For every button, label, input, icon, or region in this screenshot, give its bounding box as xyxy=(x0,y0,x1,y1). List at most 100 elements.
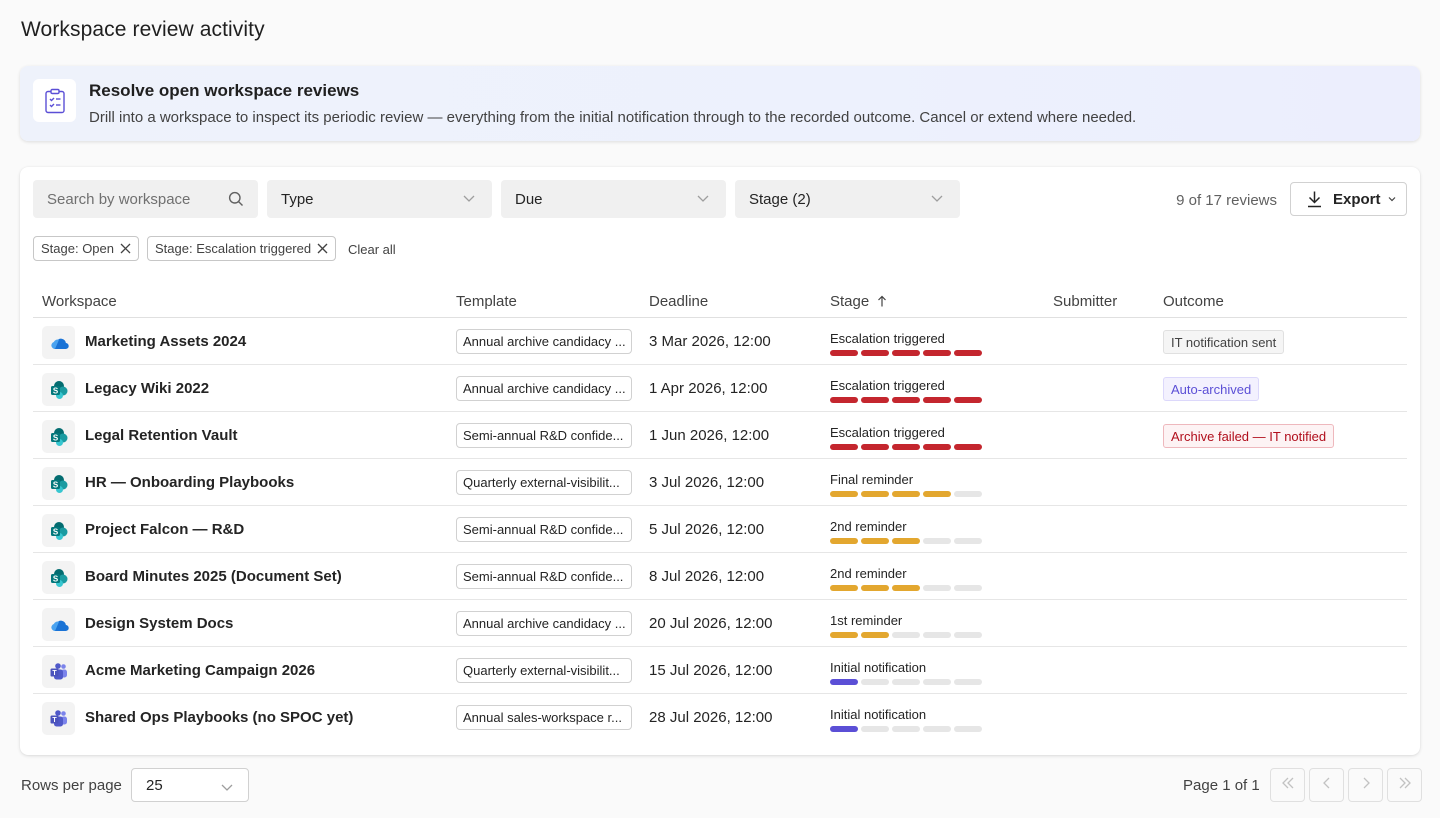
teams-icon: T xyxy=(42,702,75,735)
search-input[interactable]: Search by workspace xyxy=(33,180,258,218)
column-header-workspace[interactable]: Workspace xyxy=(42,293,117,310)
column-header-submitter[interactable]: Submitter xyxy=(1053,293,1117,310)
rows-per-page-value: 25 xyxy=(146,777,163,794)
workspace-name[interactable]: Acme Marketing Campaign 2026 xyxy=(85,662,315,679)
template-tag: Quarterly external-visibilit... xyxy=(456,658,632,683)
sharepoint-icon: S xyxy=(42,420,75,453)
template-tag: Semi-annual R&D confide... xyxy=(456,423,632,448)
column-header-deadline[interactable]: Deadline xyxy=(649,293,708,310)
stage-progress-segment xyxy=(923,726,951,732)
type-dropdown[interactable]: Type xyxy=(267,180,492,218)
deadline-value: 5 Jul 2026, 12:00 xyxy=(649,521,765,538)
chevron-down-icon xyxy=(930,191,944,209)
stage-progress-segment xyxy=(923,632,951,638)
chip-label: Stage: Open xyxy=(41,241,114,256)
outcome-badge: IT notification sent xyxy=(1163,330,1285,354)
outcome-badge: Archive failed — IT notified xyxy=(1163,424,1335,448)
stage-progress-segment xyxy=(830,632,858,638)
workspace-name[interactable]: Legacy Wiki 2022 xyxy=(85,380,209,397)
stage-progress-segment xyxy=(923,679,951,685)
stage-progress-segment xyxy=(954,491,982,497)
stage-progress-segment xyxy=(954,679,982,685)
stage-progress-segment xyxy=(892,679,920,685)
stage-label: 2nd reminder xyxy=(830,519,907,534)
chevron-left-icon xyxy=(1322,776,1332,795)
svg-text:T: T xyxy=(52,717,57,724)
stage-label: Initial notification xyxy=(830,707,927,722)
column-header-outcome[interactable]: Outcome xyxy=(1163,293,1224,310)
column-header-stage[interactable]: Stage xyxy=(830,293,887,311)
stage-progress-segment xyxy=(892,350,920,356)
workspace-name[interactable]: Legal Retention Vault xyxy=(85,427,238,444)
stage-progress-segment xyxy=(954,585,982,591)
stage-label: 1st reminder xyxy=(830,613,903,628)
template-tag: Annual sales-workspace r... xyxy=(456,705,632,730)
stage-progress-segment xyxy=(861,726,889,732)
last-page-button[interactable] xyxy=(1387,768,1422,802)
svg-text:S: S xyxy=(52,574,58,583)
stage-label: Initial notification xyxy=(830,660,927,675)
stage-label: Final reminder xyxy=(830,472,914,487)
close-icon[interactable] xyxy=(317,243,328,254)
deadline-value: 3 Jul 2026, 12:00 xyxy=(649,474,765,491)
previous-page-button[interactable] xyxy=(1309,768,1344,802)
filter-chip-stage-open[interactable]: Stage: Open xyxy=(33,236,139,261)
table-row[interactable]: S Legacy Wiki 2022 Annual archive candidac… xyxy=(33,365,1407,412)
onedrive-icon xyxy=(42,326,75,359)
svg-text:S: S xyxy=(52,527,58,536)
due-dropdown[interactable]: Due xyxy=(501,180,726,218)
stage-progress xyxy=(830,491,982,497)
export-label: Export xyxy=(1333,190,1381,208)
info-banner: Resolve open workspace reviews Drill int… xyxy=(20,66,1420,141)
stage-progress xyxy=(830,585,982,591)
stage-progress xyxy=(830,679,982,685)
stage-dropdown-label: Stage (2) xyxy=(749,190,811,208)
table-row[interactable]: S Project Falcon — R&D Semi-annual R&D con… xyxy=(33,506,1407,553)
stage-progress-segment xyxy=(892,726,920,732)
filter-chip-stage-escalation[interactable]: Stage: Escalation triggered xyxy=(147,236,337,261)
outcome-badge: Auto-archived xyxy=(1163,377,1260,401)
chip-label: Stage: Escalation triggered xyxy=(155,241,312,256)
stage-progress xyxy=(830,632,982,638)
first-page-button[interactable] xyxy=(1270,768,1305,802)
sharepoint-icon: S xyxy=(42,514,75,547)
rows-per-page-label: Rows per page xyxy=(21,777,122,794)
table-row[interactable]: S Legal Retention Vault Semi-annual R&D co… xyxy=(33,412,1407,459)
stage-label: Escalation triggered xyxy=(830,425,945,440)
svg-text:S: S xyxy=(52,386,58,395)
chevron-down-icon xyxy=(462,191,476,209)
table-row[interactable]: Marketing Assets 2024 Annual archive cand… xyxy=(33,318,1407,365)
export-button[interactable]: Export xyxy=(1290,182,1407,216)
stage-progress xyxy=(830,726,982,732)
stage-dropdown[interactable]: Stage (2) xyxy=(735,180,960,218)
rows-per-page-select[interactable]: 25 xyxy=(131,768,249,802)
stage-progress-segment xyxy=(892,444,920,450)
template-tag: Annual archive candidacy ... xyxy=(456,376,632,401)
stage-progress-segment xyxy=(892,491,920,497)
workspace-name[interactable]: HR — Onboarding Playbooks xyxy=(85,474,294,491)
clipboard-checklist-icon xyxy=(33,79,76,122)
deadline-value: 1 Apr 2026, 12:00 xyxy=(649,380,768,397)
workspace-name[interactable]: Marketing Assets 2024 xyxy=(85,333,246,350)
table-row[interactable]: Design System Docs Annual archive candida… xyxy=(33,600,1407,647)
workspace-name[interactable]: Project Falcon — R&D xyxy=(85,521,244,538)
next-page-button[interactable] xyxy=(1348,768,1383,802)
stage-progress-segment xyxy=(861,491,889,497)
sharepoint-icon: S xyxy=(42,561,75,594)
stage-progress xyxy=(830,538,982,544)
stage-progress-segment xyxy=(892,538,920,544)
workspace-name[interactable]: Design System Docs xyxy=(85,615,233,632)
table-row[interactable]: T Shared Ops Playbooks (no SPOC yet) Annua… xyxy=(33,694,1407,741)
clear-all-link[interactable]: Clear all xyxy=(348,242,396,257)
stage-progress-segment xyxy=(954,350,982,356)
table-row[interactable]: S HR — Onboarding Playbooks Quarterly exte… xyxy=(33,459,1407,506)
chevron-right-icon xyxy=(1361,776,1371,795)
deadline-value: 3 Mar 2026, 12:00 xyxy=(649,333,771,350)
workspace-name[interactable]: Shared Ops Playbooks (no SPOC yet) xyxy=(85,709,353,726)
column-header-template[interactable]: Template xyxy=(456,293,517,310)
close-icon[interactable] xyxy=(120,243,131,254)
table-row[interactable]: T Acme Marketing Campaign 2026 Quarterly e… xyxy=(33,647,1407,694)
workspace-name[interactable]: Board Minutes 2025 (Document Set) xyxy=(85,568,342,585)
table-row[interactable]: S Board Minutes 2025 (Document Set) Semi-a… xyxy=(33,553,1407,600)
onedrive-icon xyxy=(42,608,75,641)
